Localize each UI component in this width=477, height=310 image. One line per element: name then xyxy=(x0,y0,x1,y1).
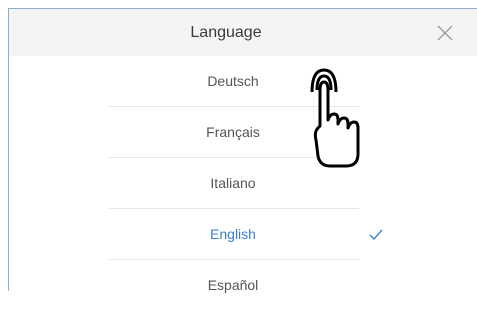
language-option-espanol[interactable]: Español xyxy=(9,260,477,310)
language-option-english[interactable]: English xyxy=(9,209,477,259)
dialog-title: Language xyxy=(190,24,262,41)
language-dialog: Language Deutsch Français Italiano Engli… xyxy=(8,8,477,293)
language-option-label: English xyxy=(210,226,256,242)
screen: Language Deutsch Français Italiano Engli… xyxy=(0,0,477,293)
language-option-italiano[interactable]: Italiano xyxy=(9,158,477,208)
checkmark-icon xyxy=(369,229,383,241)
close-icon xyxy=(437,25,453,41)
language-option-label: Deutsch xyxy=(207,73,259,89)
language-option-label: Français xyxy=(206,124,260,140)
language-option-deutsch[interactable]: Deutsch xyxy=(9,56,477,106)
language-option-label: Español xyxy=(207,277,259,293)
dialog-header: Language xyxy=(9,9,477,56)
close-button[interactable] xyxy=(435,23,455,43)
language-option-francais[interactable]: Français xyxy=(9,107,477,157)
language-option-label: Italiano xyxy=(210,175,256,191)
